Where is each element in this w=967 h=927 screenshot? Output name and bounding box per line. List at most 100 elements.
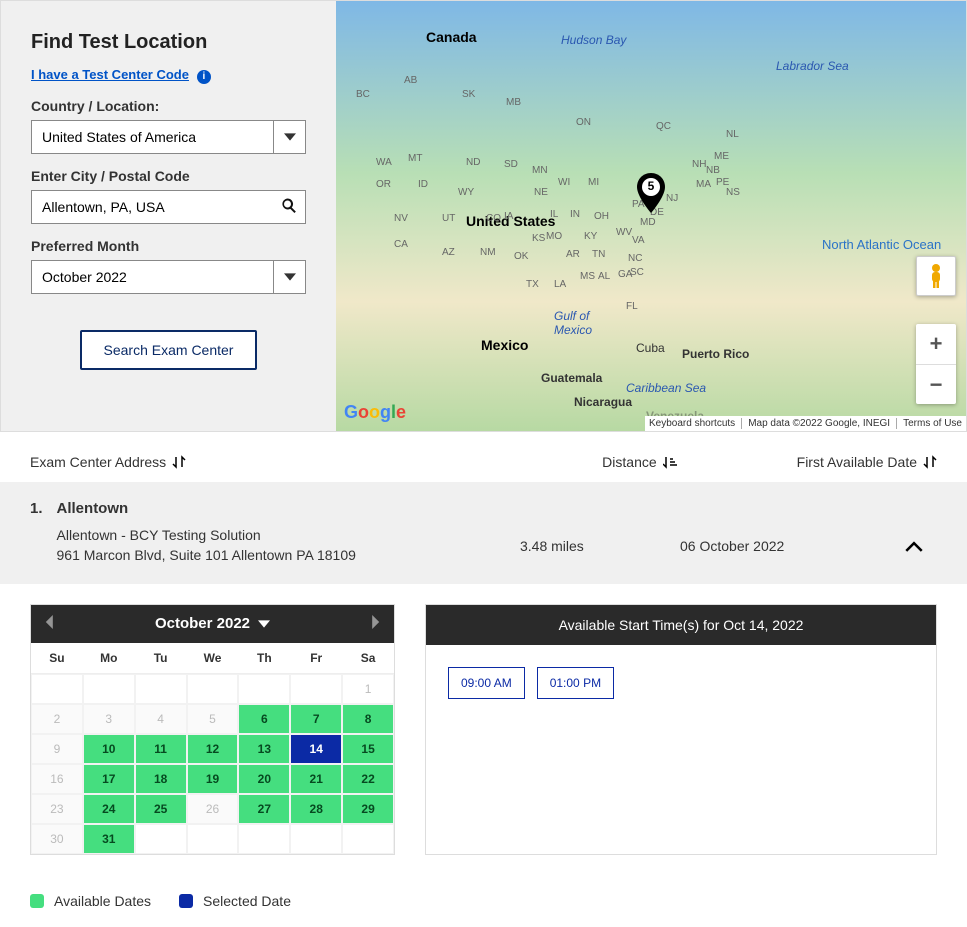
map-label-labrador: Labrador Sea: [776, 59, 849, 73]
map-label-canada: Canada: [426, 29, 477, 45]
calendar-header: October 2022: [31, 605, 394, 643]
calendar-day[interactable]: 24: [83, 794, 135, 824]
calendar-day[interactable]: 25: [135, 794, 187, 824]
calendar-day[interactable]: 22: [342, 764, 394, 794]
calendar-day: [238, 674, 290, 704]
result-distance: 3.48 miles: [520, 538, 584, 554]
sort-date-label: First Available Date: [797, 454, 917, 470]
month-select-input[interactable]: October 2022: [32, 261, 305, 293]
pegman-control[interactable]: [916, 256, 956, 296]
sort-address-label: Exam Center Address: [30, 454, 166, 470]
city-label: Enter City / Postal Code: [31, 168, 306, 184]
country-label: Country / Location:: [31, 98, 306, 114]
search-icon[interactable]: [281, 198, 297, 217]
calendar-dow: Tu: [135, 643, 187, 674]
time-slot-button[interactable]: 01:00 PM: [537, 667, 614, 699]
map-label-nicaragua: Nicaragua: [574, 395, 632, 409]
calendar-day[interactable]: 27: [238, 794, 290, 824]
calendar-day: 23: [31, 794, 83, 824]
calendar: October 2022 SuMoTuWeThFrSa1234567891011…: [30, 604, 395, 855]
calendar-day: [135, 674, 187, 704]
calendar-dow: Th: [238, 643, 290, 674]
calendar-dow: Su: [31, 643, 83, 674]
country-select-input[interactable]: United States of America: [32, 121, 305, 153]
city-input[interactable]: [32, 191, 305, 223]
legend-selected: Selected Date: [179, 893, 291, 909]
map-marker[interactable]: 5: [636, 173, 666, 213]
calendar-day[interactable]: 14: [290, 734, 342, 764]
times-panel: Available Start Time(s) for Oct 14, 2022…: [425, 604, 937, 855]
calendar-day[interactable]: 31: [83, 824, 135, 854]
sort-date[interactable]: First Available Date: [797, 454, 937, 470]
map-label-hudson: Hudson Bay: [561, 33, 626, 47]
calendar-day: [31, 674, 83, 704]
calendar-dow: Sa: [342, 643, 394, 674]
sort-icon: [172, 455, 186, 469]
calendar-day: 1: [342, 674, 394, 704]
result-first-date: 06 October 2022: [680, 538, 784, 554]
marker-count: 5: [636, 179, 666, 193]
search-exam-center-button[interactable]: Search Exam Center: [80, 330, 258, 370]
calendar-day: [187, 824, 239, 854]
calendar-day[interactable]: 18: [135, 764, 187, 794]
calendar-day[interactable]: 12: [187, 734, 239, 764]
panel-heading: Find Test Location: [31, 31, 306, 54]
calendar-dow: Mo: [83, 643, 135, 674]
calendar-day[interactable]: 6: [238, 704, 290, 734]
map-label-caribbean: Caribbean Sea: [626, 381, 706, 395]
map[interactable]: Canada Hudson Bay Labrador Sea North Atl…: [336, 1, 966, 431]
calendar-day[interactable]: 20: [238, 764, 290, 794]
sort-icon: [923, 455, 937, 469]
calendar-prev-button[interactable]: [45, 615, 55, 633]
calendar-day: [290, 824, 342, 854]
calendar-day: 26: [187, 794, 239, 824]
times-heading: Available Start Time(s) for Oct 14, 2022: [426, 605, 936, 645]
country-select[interactable]: United States of America: [31, 120, 306, 154]
map-attribution: Keyboard shortcuts Map data ©2022 Google…: [645, 416, 966, 431]
calendar-next-button[interactable]: [370, 615, 380, 633]
result-card[interactable]: 1. Allentown Allentown - BCY Testing Sol…: [0, 482, 967, 584]
terms-link[interactable]: Terms of Use: [903, 418, 962, 429]
calendar-day[interactable]: 29: [342, 794, 394, 824]
zoom-control: + −: [916, 324, 956, 404]
zoom-in-button[interactable]: +: [916, 324, 956, 364]
result-address-2: 961 Marcon Blvd, Suite 101 Allentown PA …: [57, 545, 356, 565]
calendar-title[interactable]: October 2022: [55, 615, 370, 632]
calendar-day[interactable]: 28: [290, 794, 342, 824]
schedule-row: October 2022 SuMoTuWeThFrSa1234567891011…: [0, 584, 967, 875]
zoom-out-button[interactable]: −: [916, 364, 956, 404]
keyboard-shortcuts-link[interactable]: Keyboard shortcuts: [649, 418, 735, 429]
sort-address[interactable]: Exam Center Address: [30, 454, 186, 470]
calendar-day[interactable]: 15: [342, 734, 394, 764]
calendar-day[interactable]: 10: [83, 734, 135, 764]
month-select[interactable]: October 2022: [31, 260, 306, 294]
sort-asc-icon: [663, 455, 677, 469]
sort-distance[interactable]: Distance: [602, 454, 676, 470]
test-center-code-link[interactable]: I have a Test Center Code: [31, 67, 189, 82]
city-input-wrap: [31, 190, 306, 224]
search-panel: Find Test Location I have a Test Center …: [1, 1, 336, 431]
map-data-label: Map data ©2022 Google, INEGI: [748, 418, 890, 429]
calendar-day[interactable]: 8: [342, 704, 394, 734]
sort-distance-label: Distance: [602, 454, 656, 470]
calendar-dow: We: [187, 643, 239, 674]
calendar-legend: Available Dates Selected Date: [0, 875, 967, 927]
calendar-grid: SuMoTuWeThFrSa12345678910111213141516171…: [31, 643, 394, 854]
calendar-day[interactable]: 17: [83, 764, 135, 794]
calendar-day: [238, 824, 290, 854]
top-section: Find Test Location I have a Test Center …: [0, 0, 967, 432]
calendar-day[interactable]: 19: [187, 764, 239, 794]
map-label-gulf: Gulf of Mexico: [554, 309, 592, 337]
times-body: 09:00 AM 01:00 PM: [426, 645, 936, 721]
collapse-toggle[interactable]: [905, 538, 923, 559]
legend-available: Available Dates: [30, 893, 151, 909]
result-address-1: Allentown - BCY Testing Solution: [57, 525, 356, 545]
calendar-day[interactable]: 7: [290, 704, 342, 734]
info-icon[interactable]: i: [197, 70, 211, 84]
calendar-day[interactable]: 11: [135, 734, 187, 764]
time-slot-button[interactable]: 09:00 AM: [448, 667, 525, 699]
calendar-day[interactable]: 21: [290, 764, 342, 794]
calendar-day: 3: [83, 704, 135, 734]
calendar-day[interactable]: 13: [238, 734, 290, 764]
calendar-day: 30: [31, 824, 83, 854]
